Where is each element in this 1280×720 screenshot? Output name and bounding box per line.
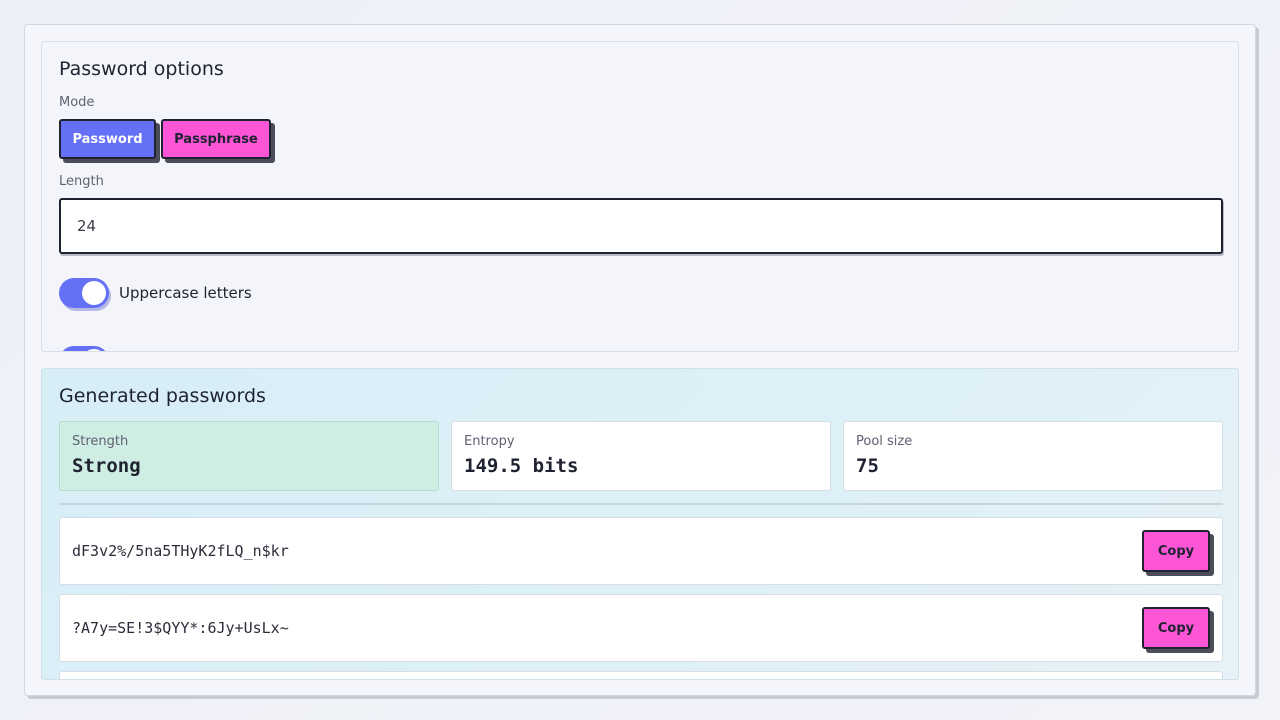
- toggle-knob: [82, 281, 106, 305]
- length-input[interactable]: [59, 198, 1223, 254]
- strength-value: Strong: [72, 455, 141, 477]
- uppercase-toggle[interactable]: [59, 278, 109, 308]
- second-toggle[interactable]: [59, 346, 109, 351]
- password-row: dF3v2%/5na5THyK2fLQ_n$kr Copy: [59, 517, 1223, 585]
- strength-stat: Strength Strong: [59, 421, 439, 491]
- uppercase-toggle-label: Uppercase letters: [119, 284, 252, 302]
- password-row: [59, 671, 1223, 679]
- pool-size-label: Pool size: [856, 434, 913, 449]
- password-text: ?A7y=SE!3$QYY*:6Jy+UsLx~: [72, 619, 289, 637]
- generated-title: Generated passwords: [59, 385, 266, 407]
- entropy-value: 149.5 bits: [464, 455, 579, 477]
- strength-label: Strength: [72, 434, 129, 449]
- entropy-stat: Entropy 149.5 bits: [451, 421, 831, 491]
- mode-label: Mode: [59, 95, 95, 110]
- password-options-panel: Password options Mode Password Passphras…: [41, 41, 1239, 352]
- toggle-knob: [82, 349, 106, 351]
- entropy-label: Entropy: [464, 434, 515, 449]
- generated-passwords-panel: Generated passwords Strength Strong Entr…: [41, 368, 1239, 680]
- pool-size-stat: Pool size 75: [843, 421, 1223, 491]
- copy-button[interactable]: Copy: [1142, 530, 1210, 572]
- pool-size-value: 75: [856, 455, 879, 477]
- copy-button[interactable]: Copy: [1142, 607, 1210, 649]
- options-title: Password options: [59, 58, 224, 80]
- app-card: Password options Mode Password Passphras…: [24, 24, 1256, 696]
- mode-password-button[interactable]: Password: [59, 119, 156, 159]
- mode-passphrase-button[interactable]: Passphrase: [161, 119, 271, 159]
- password-row: ?A7y=SE!3$QYY*:6Jy+UsLx~ Copy: [59, 594, 1223, 662]
- divider: [59, 503, 1223, 505]
- length-label: Length: [59, 174, 104, 189]
- password-text: dF3v2%/5na5THyK2fLQ_n$kr: [72, 542, 289, 560]
